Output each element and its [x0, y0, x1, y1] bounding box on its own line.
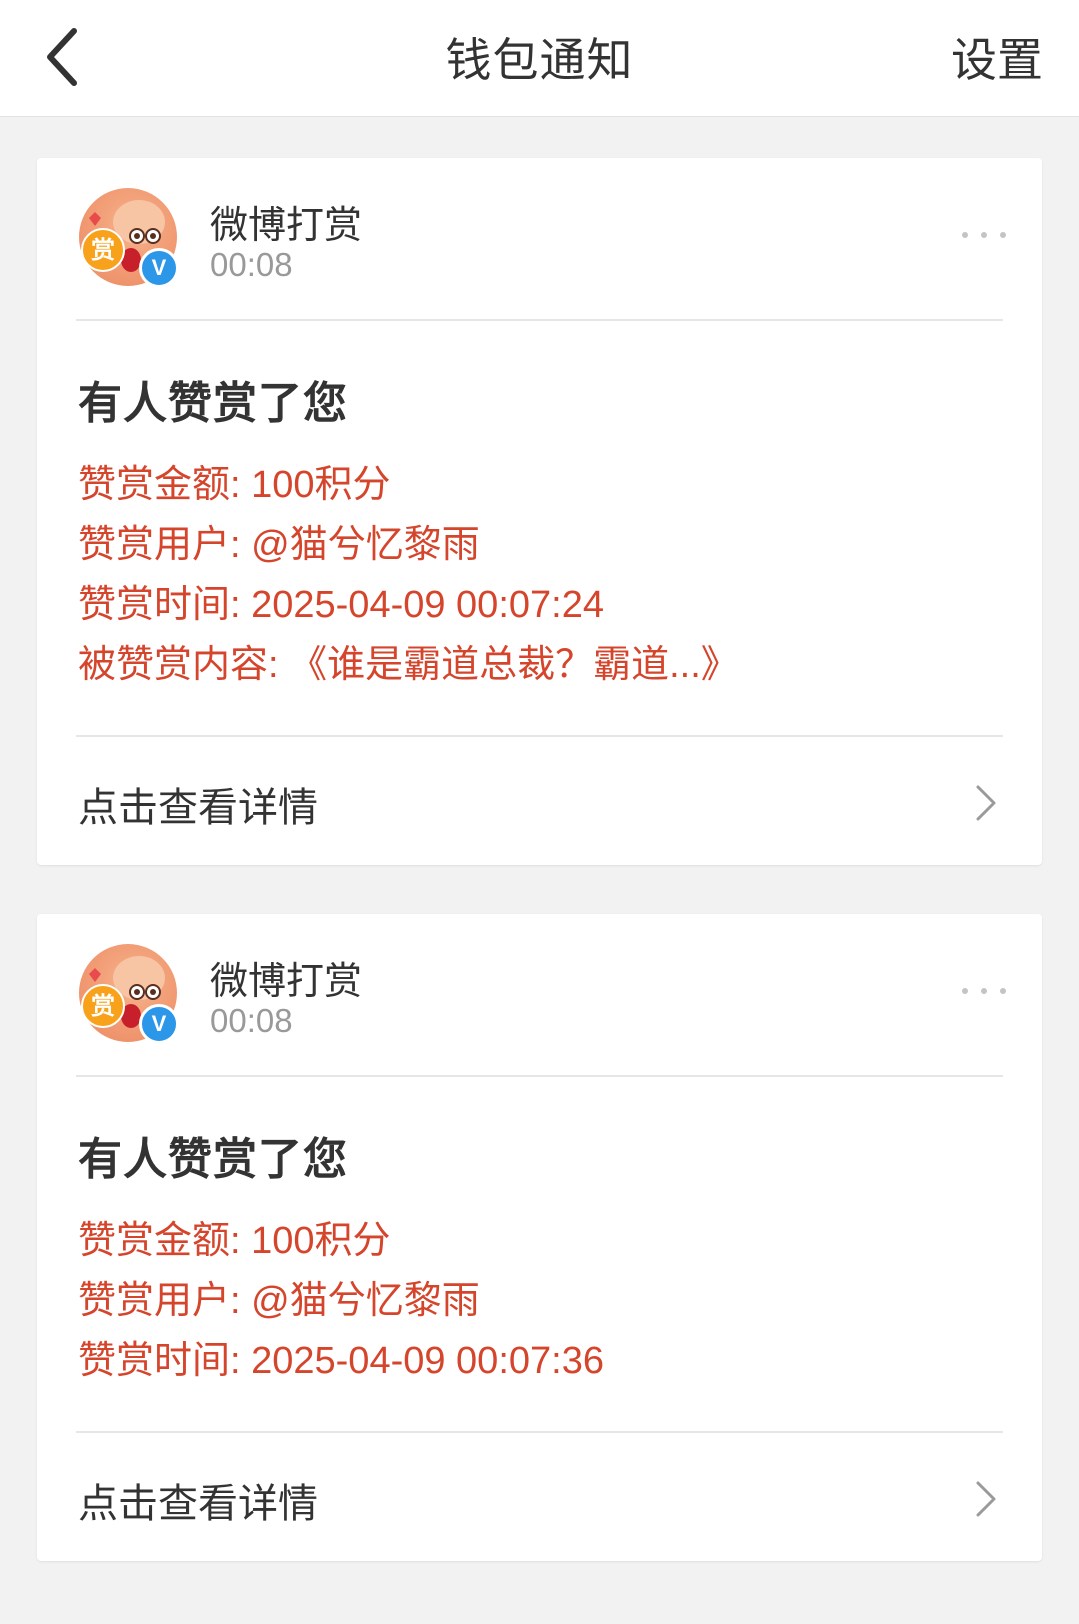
verified-icon: V: [139, 1004, 179, 1044]
view-details-label: 点击查看详情: [78, 785, 318, 831]
more-options-button[interactable]: [962, 976, 1006, 1006]
reward-user: 赞赏用户: @猫兮忆黎雨: [78, 524, 480, 566]
rewarded-content: 被赞赏内容: 《谁是霸道总裁？霸道...》: [78, 644, 739, 686]
view-details-link[interactable]: 点击查看详情: [37, 1433, 1042, 1561]
reward-amount: 赞赏金额: 100积分: [78, 464, 391, 506]
more-options-button[interactable]: [962, 220, 1006, 250]
reward-amount: 赞赏金额: 100积分: [78, 1220, 391, 1262]
more-dots-icon: [1000, 232, 1006, 238]
settings-button[interactable]: 设置: [951, 24, 1043, 90]
sender-avatar[interactable]: 赏 V: [79, 188, 179, 288]
reward-badge-icon: 赏: [81, 228, 125, 272]
chevron-right-icon: [976, 785, 996, 821]
notification-title: 有人赞赏了您: [78, 378, 348, 429]
sender-name[interactable]: 微博打赏: [210, 950, 362, 1005]
page-title: 钱包通知: [445, 33, 634, 87]
sender-name[interactable]: 微博打赏: [210, 194, 362, 249]
more-dots-icon: [981, 232, 987, 238]
more-dots-icon: [962, 988, 968, 994]
reward-badge-icon: 赏: [81, 984, 125, 1028]
notification-time: 00:08: [210, 1002, 293, 1039]
top-navigation-bar: 钱包通知 设置: [0, 0, 1079, 117]
card-body: 有人赞赏了您 赞赏金额: 100积分 赞赏用户: @猫兮忆黎雨 赞赏时间: 20…: [37, 1077, 1042, 1431]
sender-avatar[interactable]: 赏 V: [79, 944, 179, 1044]
view-details-label: 点击查看详情: [78, 1481, 318, 1527]
notification-card: 赏 V 微博打赏 00:08 有人赞赏了您 赞赏金额: 100积分 赞赏用户: …: [37, 914, 1042, 1561]
more-dots-icon: [981, 988, 987, 994]
notification-title: 有人赞赏了您: [78, 1134, 348, 1185]
reward-time: 赞赏时间: 2025-04-09 00:07:36: [78, 1340, 604, 1382]
chevron-right-icon: [976, 1481, 996, 1517]
reward-time: 赞赏时间: 2025-04-09 00:07:24: [78, 584, 604, 626]
notification-time: 00:08: [210, 246, 293, 283]
card-header: 赏 V 微博打赏 00:08: [37, 914, 1042, 1075]
more-dots-icon: [962, 232, 968, 238]
card-header: 赏 V 微博打赏 00:08: [37, 158, 1042, 319]
more-dots-icon: [1000, 988, 1006, 994]
card-body: 有人赞赏了您 赞赏金额: 100积分 赞赏用户: @猫兮忆黎雨 赞赏时间: 20…: [37, 321, 1042, 735]
verified-icon: V: [139, 248, 179, 288]
notification-card: 赏 V 微博打赏 00:08 有人赞赏了您 赞赏金额: 100积分 赞赏用户: …: [37, 158, 1042, 865]
view-details-link[interactable]: 点击查看详情: [37, 737, 1042, 865]
reward-user: 赞赏用户: @猫兮忆黎雨: [78, 1280, 480, 1322]
